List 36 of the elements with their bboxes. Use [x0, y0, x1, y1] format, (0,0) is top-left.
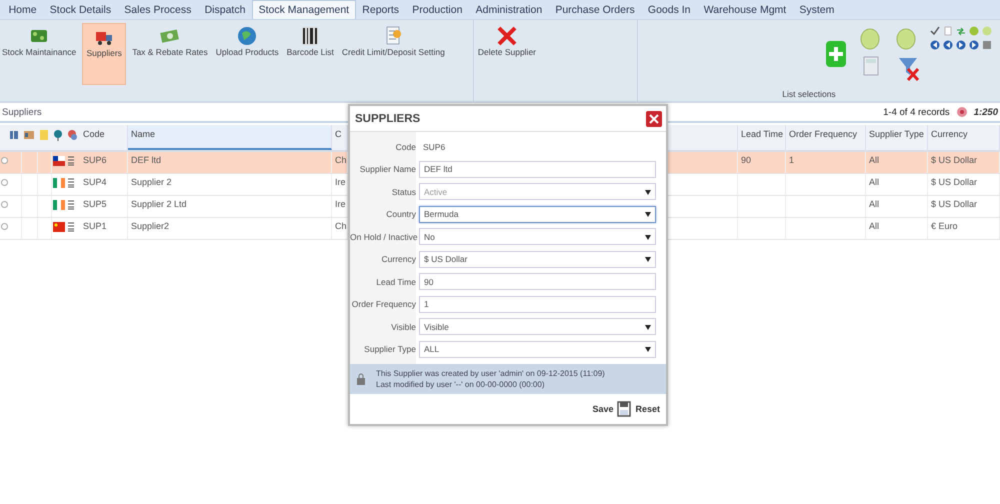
record-count: 1-4 of 4 records	[883, 106, 950, 118]
table-cell: $ US Dollar	[928, 152, 1000, 173]
field-label: Lead Time	[375, 276, 416, 286]
table-cell: Supplier2	[128, 218, 332, 239]
table-cell: $ US Dollar	[928, 174, 1000, 195]
dialog-title: SUPPLIERS	[355, 112, 420, 124]
table-cell: SUP4	[80, 174, 128, 195]
table-cell: All	[866, 196, 928, 217]
table-cell: 1	[786, 152, 866, 173]
info-text: Last modified by user '--' on 00-00-0000 (00:00)	[376, 378, 546, 390]
table-cell: Supplier 2	[128, 174, 332, 195]
field-label: On Hold / Inactive	[350, 232, 416, 242]
field-label: Supplier Name	[358, 164, 416, 174]
field-value: SUP6	[422, 140, 446, 154]
table-cell: All	[866, 218, 928, 239]
field-label: Currency	[380, 254, 416, 264]
table-cell: € Euro	[928, 218, 1000, 239]
grid-title: Suppliers	[2, 106, 42, 118]
table-cell: All	[866, 152, 928, 173]
field-label: Visible	[390, 322, 416, 332]
group-label: List selections	[782, 89, 836, 99]
table-cell: SUP5	[80, 196, 128, 217]
table-cell: All	[866, 174, 928, 195]
field-label: Code	[394, 142, 416, 152]
table-cell: SUP1	[80, 218, 128, 239]
table-cell: SUP6	[80, 152, 128, 173]
table-cell: Supplier 2 Ltd	[128, 196, 332, 217]
field-label: Status	[390, 186, 416, 196]
table-cell: $ US Dollar	[928, 196, 1000, 217]
table-cell: DEF ltd	[128, 152, 332, 173]
field-label: Country	[385, 209, 416, 219]
table-cell: 90	[738, 152, 786, 173]
field-label: Order Frequency	[350, 299, 416, 309]
info-text: This Supplier was created by user 'admin' on 09-12-2015 (11:09)	[376, 368, 605, 378]
scale-text: 1:250	[974, 106, 998, 118]
field-label: Supplier Type	[363, 344, 416, 354]
